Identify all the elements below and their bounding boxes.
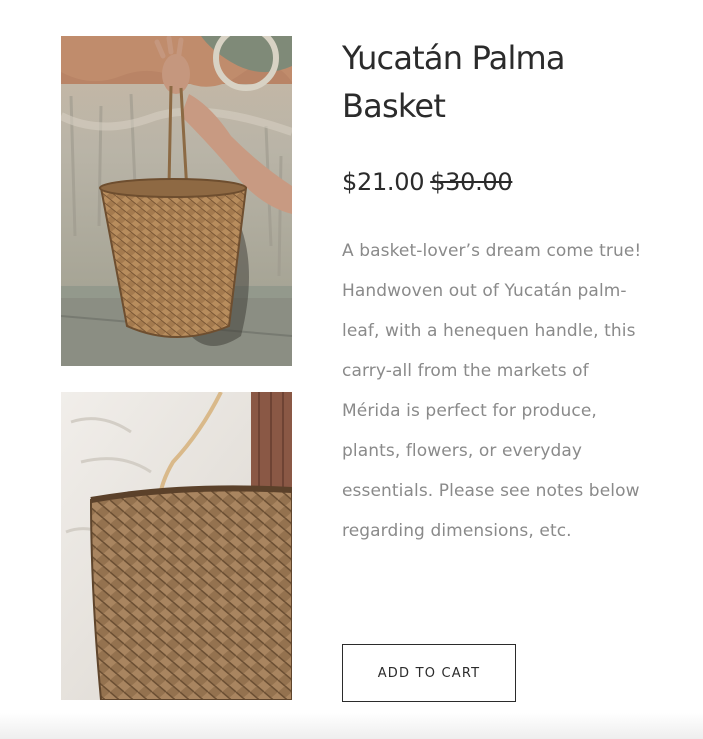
bottom-edge-shadow [0, 713, 703, 739]
basket-closeup-photo [61, 392, 292, 700]
product-info: Yucatán Palma Basket $21.00 $30.00 A bask… [342, 34, 662, 551]
product-title: Yucatán Palma Basket [342, 39, 566, 125]
product-description: A basket-lover’s dream come true! Handwo… [342, 241, 642, 541]
product-image-detail[interactable] [61, 392, 292, 700]
basket-held-photo [61, 36, 292, 366]
product-image-main[interactable] [61, 36, 292, 366]
compare-price: $30.00 [430, 168, 513, 196]
add-to-cart-button[interactable]: ADD TO CART [342, 644, 516, 702]
price-row: $21.00 $30.00 [342, 162, 662, 202]
sale-price: $21.00 [342, 168, 425, 196]
